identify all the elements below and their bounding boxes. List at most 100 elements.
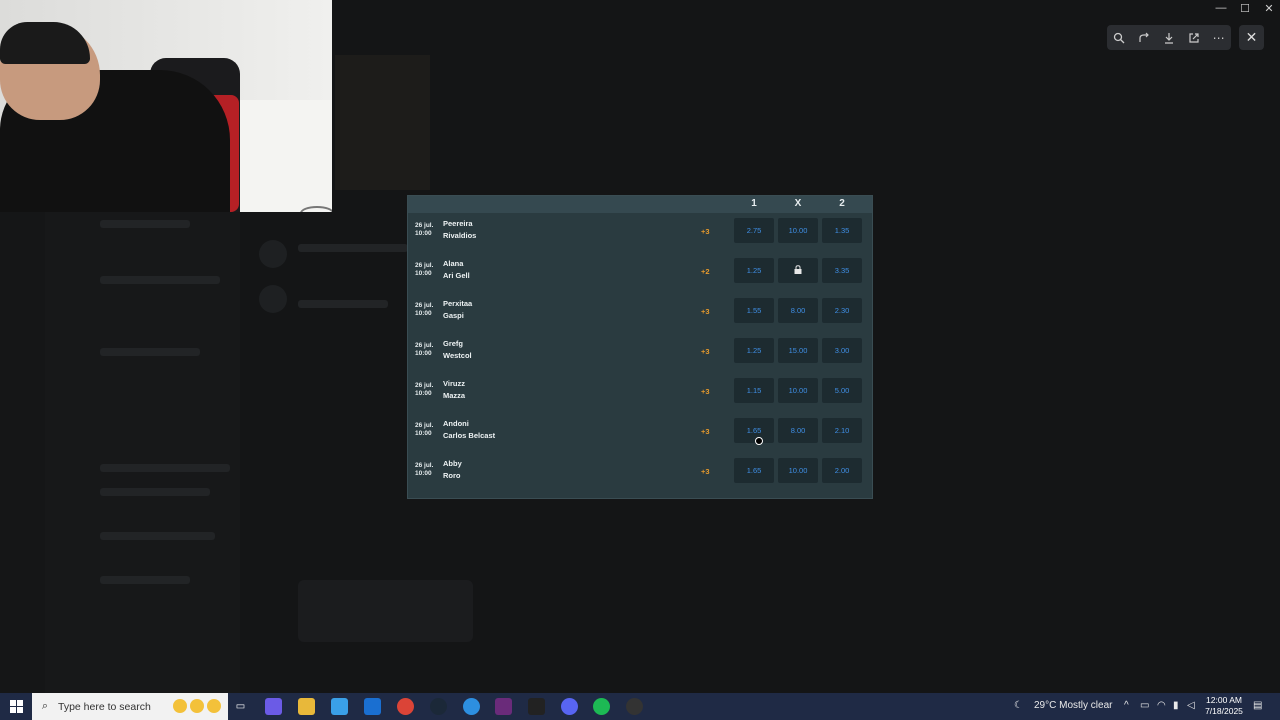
odds-header: 1 X 2 (408, 196, 872, 213)
wifi-icon[interactable]: ◠ (1157, 700, 1166, 711)
task-view-icon[interactable]: ▭ (232, 698, 249, 715)
outlook-icon[interactable] (364, 698, 381, 715)
match-row: 26 jul. 10:00 Perxitaa Gaspi +3 1.55 8.0… (408, 293, 872, 333)
match-time: 10:00 (415, 310, 432, 317)
match-date: 26 jul. (415, 382, 434, 389)
lock-icon (794, 265, 802, 276)
download-icon[interactable] (1159, 28, 1179, 48)
team-1-name: Perxitaa (443, 299, 473, 308)
odd-home-button[interactable]: 1.55 (734, 298, 774, 323)
more-markets-link[interactable]: +3 (701, 387, 710, 396)
more-markets-link[interactable]: +3 (701, 347, 710, 356)
epic-games-icon[interactable] (528, 698, 545, 715)
maximize-icon[interactable]: ☐ (1233, 2, 1257, 18)
odd-home-button[interactable]: 1.15 (734, 378, 774, 403)
more-markets-link[interactable]: +2 (701, 267, 710, 276)
copilot-icon[interactable] (265, 698, 282, 715)
team-2-name: Westcol (443, 351, 472, 360)
taskbar-search-box[interactable]: ⌕ Type here to search (32, 693, 228, 720)
odd-draw-button[interactable]: 8.00 (778, 418, 818, 443)
odd-away-button[interactable]: 2.30 (822, 298, 862, 323)
match-row: 26 jul. 10:00 Alana Ari Gell +2 1.25 3.3… (408, 253, 872, 293)
match-datetime: 26 jul. 10:00 (415, 222, 433, 238)
file-explorer-icon[interactable] (298, 698, 315, 715)
more-icon[interactable]: ⋯ (1209, 28, 1229, 48)
match-date: 26 jul. (415, 262, 434, 269)
bg-channel-line (100, 276, 220, 284)
odd-home-button[interactable]: 1.65 (734, 418, 774, 443)
search-icon: ⌕ (41, 700, 49, 712)
zoom-icon[interactable] (1109, 28, 1129, 48)
match-time: 10:00 (415, 470, 432, 477)
microphone-icon[interactable]: ▮ (1173, 700, 1179, 711)
odd-draw-button[interactable]: 10.00 (778, 218, 818, 243)
taskbar: ⌕ Type here to search ▭ ☾ 29°C Mostly cl… (0, 693, 1280, 720)
column-header-2: 2 (839, 198, 845, 209)
team-1-name: Alana (443, 259, 464, 268)
emoji-icon (207, 699, 221, 713)
match-datetime: 26 jul. 10:00 (415, 262, 433, 278)
match-date: 26 jul. (415, 342, 434, 349)
odd-away-button[interactable]: 2.00 (822, 458, 862, 483)
close-icon[interactable]: ✕ (1239, 25, 1264, 50)
more-markets-link[interactable]: +3 (701, 307, 710, 316)
bg-channel-line (100, 348, 200, 356)
discord-icon[interactable] (561, 698, 578, 715)
match-datetime: 26 jul. 10:00 (415, 302, 433, 318)
odd-home-button[interactable]: 1.25 (734, 258, 774, 283)
network-icon[interactable]: ▭ (1140, 700, 1149, 711)
webcam-shelf (238, 100, 332, 212)
odd-away-button[interactable]: 1.35 (822, 218, 862, 243)
odd-draw-button[interactable] (778, 258, 818, 283)
visual-studio-icon[interactable] (495, 698, 512, 715)
odd-away-button[interactable]: 2.10 (822, 418, 862, 443)
steam-icon[interactable] (430, 698, 447, 715)
weather-icon[interactable]: ☾ (1014, 700, 1023, 711)
odd-home-button[interactable]: 1.65 (734, 458, 774, 483)
team-1-name: Peereira (443, 219, 473, 228)
team-1-name: Abby (443, 459, 462, 468)
team-2-name: Gaspi (443, 311, 464, 320)
more-markets-link[interactable]: +3 (701, 427, 710, 436)
minimize-icon[interactable]: — (1209, 2, 1233, 18)
weather-text[interactable]: 29°C Mostly clear (1034, 700, 1112, 711)
match-date: 26 jul. (415, 422, 434, 429)
match-datetime: 26 jul. 10:00 (415, 422, 433, 438)
match-time: 10:00 (415, 430, 432, 437)
background-channel-list (45, 210, 240, 693)
more-markets-link[interactable]: +3 (701, 467, 710, 476)
odd-draw-button[interactable]: 8.00 (778, 298, 818, 323)
chrome-icon[interactable] (397, 698, 414, 715)
odd-draw-button[interactable]: 10.00 (778, 378, 818, 403)
system-clock[interactable]: 12:00 AM 7/18/2025 (1200, 695, 1248, 717)
team-2-name: Carlos Belcast (443, 431, 496, 440)
webcam-overlay (0, 0, 332, 212)
odd-home-button[interactable]: 1.25 (734, 338, 774, 363)
odd-draw-button[interactable]: 15.00 (778, 338, 818, 363)
odd-away-button[interactable]: 5.00 (822, 378, 862, 403)
spotify-icon[interactable] (593, 698, 610, 715)
match-date: 26 jul. (415, 222, 434, 229)
team-2-name: Ari Gell (443, 271, 470, 280)
store-icon[interactable] (331, 698, 348, 715)
match-teams: Viruzz Mazza (443, 378, 465, 402)
odd-away-button[interactable]: 3.35 (822, 258, 862, 283)
odd-draw-button[interactable]: 10.00 (778, 458, 818, 483)
match-time: 10:00 (415, 390, 432, 397)
rotate-icon[interactable] (1134, 28, 1154, 48)
volume-icon[interactable]: ◁ (1187, 700, 1195, 711)
obs-icon[interactable] (626, 698, 643, 715)
show-hidden-icons-icon[interactable]: ^ (1124, 700, 1129, 711)
window-close-icon[interactable]: ✕ (1257, 2, 1280, 18)
bg-message-line (298, 300, 388, 308)
odd-away-button[interactable]: 3.00 (822, 338, 862, 363)
match-time: 10:00 (415, 270, 432, 277)
odd-home-button[interactable]: 2.75 (734, 218, 774, 243)
notifications-icon[interactable]: ▤ (1253, 700, 1262, 711)
edge-icon[interactable] (463, 698, 480, 715)
open-external-icon[interactable] (1184, 28, 1204, 48)
match-datetime: 26 jul. 10:00 (415, 382, 433, 398)
windows-start-icon[interactable] (0, 693, 32, 720)
betting-odds-panel: 1 X 2 26 jul. 10:00 Peereira Rivaldios +… (407, 195, 873, 499)
more-markets-link[interactable]: +3 (701, 227, 710, 236)
